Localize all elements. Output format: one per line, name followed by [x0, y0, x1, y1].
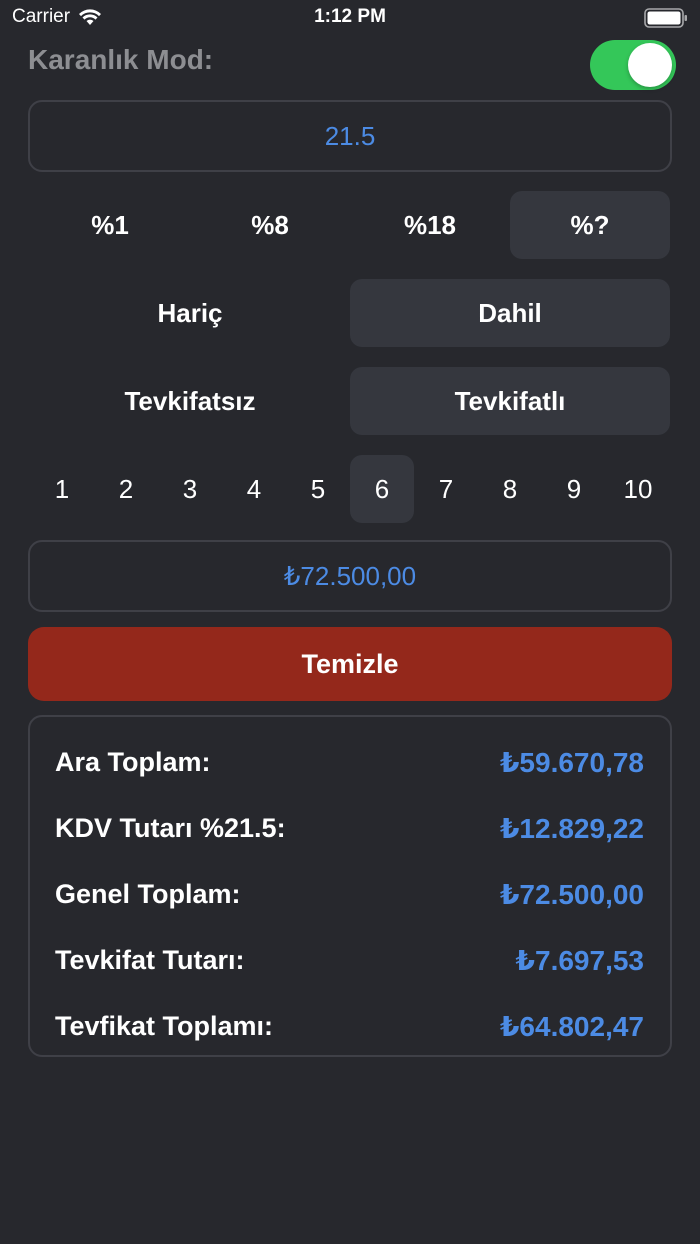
ratio-option-9[interactable]: 9 — [542, 455, 606, 523]
rate-options: %1 %8 %18 %? — [30, 191, 670, 259]
ratio-option-8[interactable]: 8 — [478, 455, 542, 523]
rate-option-18[interactable]: %18 — [350, 191, 510, 259]
withholding-mode-selector: Tevkifatsız Tevkifatlı — [30, 367, 670, 435]
withholding-total-label: Tevfikat Toplamı: — [55, 1010, 274, 1041]
vat-value: ₺12.829,22 — [499, 812, 644, 844]
withholding-amount-label: Tevkifat Tutarı: — [55, 944, 245, 975]
withholding-mode-none[interactable]: Tevkifatsız — [30, 367, 350, 435]
summary-row-vat: KDV Tutarı %21.5: ₺12.829,22 — [55, 806, 644, 850]
withholding-total-value: ₺64.802,47 — [499, 1010, 644, 1042]
ratio-option-2[interactable]: 2 — [94, 455, 158, 523]
status-bar: Carrier 1:12 PM — [0, 0, 700, 36]
ratio-option-6[interactable]: 6 — [350, 455, 414, 523]
clear-button[interactable]: Temizle — [28, 627, 672, 701]
dark-mode-toggle[interactable] — [590, 40, 676, 90]
summary-row-withholding-amount: Tevkifat Tutarı: ₺7.697,53 — [55, 938, 644, 982]
ratio-option-4[interactable]: 4 — [222, 455, 286, 523]
status-time: 1:12 PM — [314, 6, 386, 27]
rate-option-custom[interactable]: %? — [510, 191, 670, 259]
rate-option-8[interactable]: %8 — [190, 191, 350, 259]
withholding-mode-applied[interactable]: Tevkifatlı — [350, 367, 670, 435]
summary-row-grand-total: Genel Toplam: ₺72.500,00 — [55, 872, 644, 916]
withholding-ratio-selector: 1 2 3 4 5 6 7 8 9 10 — [30, 455, 670, 523]
withholding-amount-value: ₺7.697,53 — [515, 944, 644, 976]
rate-input[interactable]: 21.5 — [28, 100, 672, 172]
amount-input[interactable]: ₺72.500,00 — [28, 540, 672, 612]
battery-icon — [644, 8, 687, 28]
ratio-option-3[interactable]: 3 — [158, 455, 222, 523]
summary-row-withholding-total: Tevfikat Toplamı: ₺64.802,47 — [55, 1004, 644, 1048]
tax-mode-selector: Hariç Dahil — [30, 279, 670, 347]
subtotal-label: Ara Toplam: — [55, 746, 211, 777]
dark-mode-label: Karanlık Mod: — [28, 44, 214, 75]
grand-total-value: ₺72.500,00 — [499, 878, 644, 910]
vat-label: KDV Tutarı %21.5: — [55, 812, 286, 843]
dark-mode-row: Karanlık Mod: — [28, 40, 676, 90]
ratio-option-7[interactable]: 7 — [414, 455, 478, 523]
ratio-option-5[interactable]: 5 — [286, 455, 350, 523]
summary-row-subtotal: Ara Toplam: ₺59.670,78 — [55, 740, 644, 784]
toggle-knob — [628, 43, 672, 87]
tax-mode-dahil[interactable]: Dahil — [350, 279, 670, 347]
summary-panel: Ara Toplam: ₺59.670,78 KDV Tutarı %21.5:… — [28, 715, 672, 1057]
tax-mode-haric[interactable]: Hariç — [30, 279, 350, 347]
ratio-option-10[interactable]: 10 — [606, 455, 670, 523]
subtotal-value: ₺59.670,78 — [499, 746, 644, 778]
grand-total-label: Genel Toplam: — [55, 878, 241, 909]
rate-option-1[interactable]: %1 — [30, 191, 190, 259]
ratio-option-1[interactable]: 1 — [30, 455, 94, 523]
